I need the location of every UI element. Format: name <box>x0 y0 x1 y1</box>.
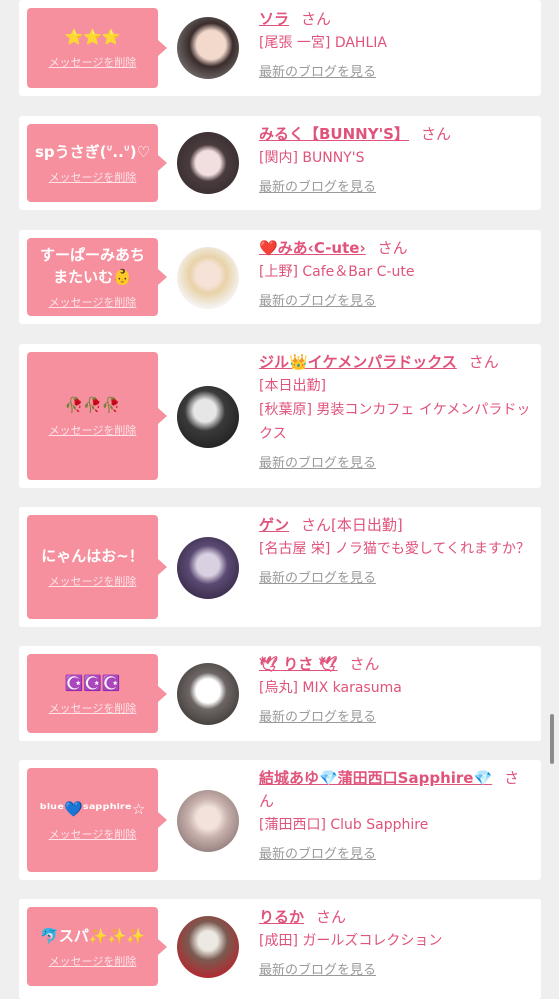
message-bubble: ᵇˡᵘᵉ💙ˢᵃᵖᵖʰⁱʳᵉ☆ メッセージを削除 <box>27 768 167 872</box>
honorific: さん <box>316 908 347 926</box>
message-text: spうさぎ(ᐡ..ᐡ)♡ <box>34 143 151 161</box>
message-card: 🥀🥀🥀 メッセージを削除 ジル👑イケメンパラドックス さん [本日出勤] [秋葉原… <box>19 344 541 488</box>
message-card: spうさぎ(ᐡ..ᐡ)♡ メッセージを削除 みるく【BUNNY'S】 さん [関内… <box>19 116 541 210</box>
member-name-link[interactable]: ❤️みあ‹C-ute› <box>259 239 366 257</box>
delete-message-link[interactable]: メッセージを削除 <box>49 700 137 716</box>
work-status: [本日出勤] <box>259 378 326 394</box>
honorific: さん <box>301 10 332 28</box>
delete-message-link[interactable]: メッセージを削除 <box>49 826 137 842</box>
message-bubble: 🥀🥀🥀 メッセージを削除 <box>27 352 167 480</box>
shop-info: [名古屋 栄] ノラ猫でも愛してくれますか？ <box>259 541 530 557</box>
delete-message-link[interactable]: メッセージを削除 <box>49 953 137 969</box>
honorific: さん <box>377 239 408 257</box>
message-bubble: spうさぎ(ᐡ..ᐡ)♡ メッセージを削除 <box>27 124 167 202</box>
message-bubble: すーぱーみあちまたいむ👶 メッセージを削除 <box>27 238 167 316</box>
message-bubble: 🐬スパ✨✨✨ メッセージを削除 <box>27 907 167 986</box>
member-info: ❤️みあ‹C-ute› さん [上野] Cafe＆Bar C-ute 最新のブログ… <box>259 237 533 309</box>
honorific: さん[本日出勤] <box>301 516 403 534</box>
delete-message-link[interactable]: メッセージを削除 <box>49 54 137 70</box>
shop-info: [烏丸] MIX karasuma <box>259 680 402 696</box>
shop-info: [秋葉原] 男装コンカフェ イケメンパラドックス <box>259 402 531 442</box>
message-card: すーぱーみあちまたいむ👶 メッセージを削除 ❤️みあ‹C-ute› さん [上野]… <box>19 230 541 324</box>
member-name-link[interactable]: りるか <box>259 908 304 926</box>
avatar[interactable] <box>177 916 239 978</box>
message-card: にゃんはお~！ メッセージを削除 ゲン さん[本日出勤] [名古屋 栄] ノラ猫で… <box>19 507 541 627</box>
latest-blog-link[interactable]: 最新のブログを見る <box>259 61 376 80</box>
shop-info: [関内] BUNNY'S <box>259 150 365 166</box>
shop-info: [上野] Cafe＆Bar C-ute <box>259 264 415 280</box>
message-card: ☪️☪️☪️ メッセージを削除 🕊 りさ 🕊 さん [烏丸] MIX karasu… <box>19 646 541 741</box>
avatar[interactable] <box>177 247 239 309</box>
member-name-link[interactable]: みるく【BUNNY'S】 <box>259 125 409 143</box>
latest-blog-link[interactable]: 最新のブログを見る <box>259 959 376 978</box>
honorific: さん <box>468 353 499 371</box>
member-info: みるく【BUNNY'S】 さん [関内] BUNNY'S 最新のブログを見る <box>259 123 533 195</box>
message-text: 🥀🥀🥀 <box>64 396 121 414</box>
latest-blog-link[interactable]: 最新のブログを見る <box>259 290 376 309</box>
shop-info: [成田] ガールズコレクション <box>259 933 443 949</box>
avatar[interactable] <box>177 790 239 852</box>
avatar[interactable] <box>177 537 239 599</box>
avatar[interactable] <box>177 17 239 79</box>
message-text: ☪️☪️☪️ <box>64 673 121 692</box>
avatar[interactable] <box>177 663 239 725</box>
message-bubble: にゃんはお~！ メッセージを削除 <box>27 515 167 619</box>
member-info: ジル👑イケメンパラドックス さん [本日出勤] [秋葉原] 男装コンカフェ イケメ… <box>259 351 533 471</box>
member-name-link[interactable]: ソラ <box>259 10 289 28</box>
message-card: ᵇˡᵘᵉ💙ˢᵃᵖᵖʰⁱʳᵉ☆ メッセージを削除 結城あゆ💎蒲田西口Sapphir… <box>19 760 541 880</box>
shop-info: [尾張 一宮] DAHLIA <box>259 35 387 51</box>
message-card: ⭐⭐⭐ メッセージを削除 ソラ さん [尾張 一宮] DAHLIA 最新のブログを… <box>19 0 541 96</box>
message-text: ᵇˡᵘᵉ💙ˢᵃᵖᵖʰⁱʳᵉ☆ <box>39 800 146 818</box>
delete-message-link[interactable]: メッセージを削除 <box>49 422 137 438</box>
member-info: 結城あゆ💎蒲田西口Sapphire💎 さん [蒲田西口] Club Sapphir… <box>259 767 533 862</box>
message-text: 🐬スパ✨✨✨ <box>40 926 145 945</box>
shop-info: [蒲田西口] Club Sapphire <box>259 817 429 833</box>
latest-blog-link[interactable]: 最新のブログを見る <box>259 567 376 586</box>
delete-message-link[interactable]: メッセージを削除 <box>49 573 137 589</box>
message-card: 🐬スパ✨✨✨ メッセージを削除 りるか さん [成田] ガールズコレクション 最新… <box>19 899 541 999</box>
message-text: ⭐⭐⭐ <box>64 28 121 46</box>
delete-message-link[interactable]: メッセージを削除 <box>49 294 137 310</box>
message-bubble: ⭐⭐⭐ メッセージを削除 <box>27 8 167 88</box>
member-name-link[interactable]: ゲン <box>259 516 289 534</box>
scrollbar[interactable] <box>550 714 554 764</box>
latest-blog-link[interactable]: 最新のブログを見る <box>259 452 376 471</box>
delete-message-link[interactable]: メッセージを削除 <box>49 169 137 185</box>
message-bubble: ☪️☪️☪️ メッセージを削除 <box>27 654 167 733</box>
latest-blog-link[interactable]: 最新のブログを見る <box>259 843 376 862</box>
honorific: さん <box>420 125 451 143</box>
member-info: ゲン さん[本日出勤] [名古屋 栄] ノラ猫でも愛してくれますか？ 最新のブログ… <box>259 514 533 586</box>
latest-blog-link[interactable]: 最新のブログを見る <box>259 706 376 725</box>
honorific: さん <box>349 655 380 673</box>
member-name-link[interactable]: 結城あゆ💎蒲田西口Sapphire💎 <box>259 769 492 787</box>
member-info: 🕊 りさ 🕊 さん [烏丸] MIX karasuma 最新のブログを見る <box>259 653 533 725</box>
latest-blog-link[interactable]: 最新のブログを見る <box>259 176 376 195</box>
message-text: すーぱーみあちまたいむ👶 <box>39 246 145 286</box>
avatar[interactable] <box>177 386 239 448</box>
member-name-link[interactable]: ジル👑イケメンパラドックス <box>259 353 457 371</box>
avatar[interactable] <box>177 132 239 194</box>
message-text: にゃんはお~！ <box>41 547 144 565</box>
member-info: りるか さん [成田] ガールズコレクション 最新のブログを見る <box>259 906 533 978</box>
member-info: ソラ さん [尾張 一宮] DAHLIA 最新のブログを見る <box>259 8 533 80</box>
member-name-link[interactable]: 🕊 りさ 🕊 <box>259 655 338 673</box>
